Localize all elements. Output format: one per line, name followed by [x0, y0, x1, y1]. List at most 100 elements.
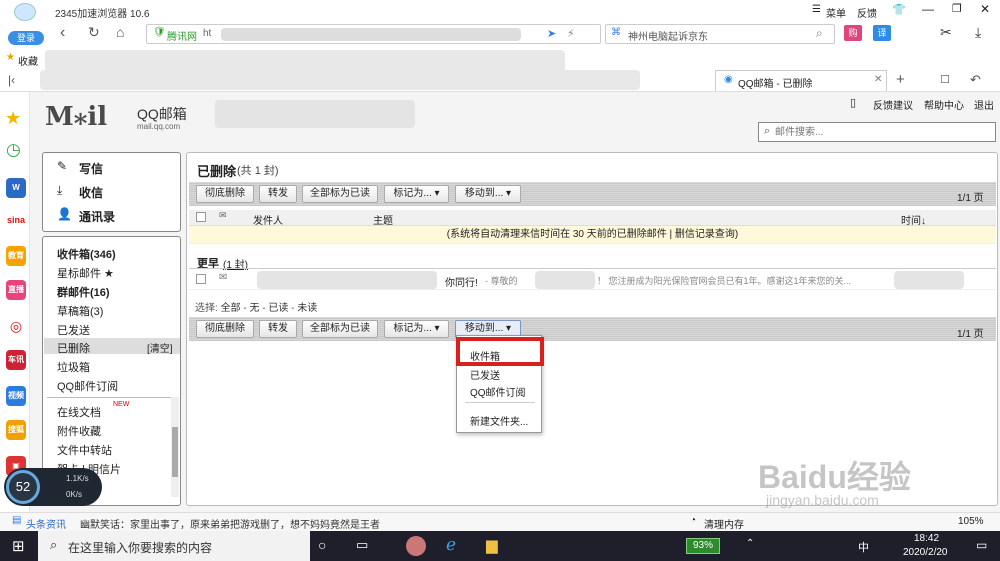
- mail-search[interactable]: ⌕: [758, 122, 996, 142]
- folder-group[interactable]: 群邮件(16): [57, 284, 110, 300]
- translate-icon[interactable]: 译: [873, 25, 891, 41]
- col-time[interactable]: 时间↓: [901, 212, 926, 227]
- tab-qqmail[interactable]: ◉ QQ邮箱 - 已删除 ✕: [715, 70, 887, 91]
- select-all[interactable]: 全部: [221, 303, 241, 314]
- clean-memory[interactable]: 清理内存: [704, 516, 744, 531]
- tray-up-icon[interactable]: ⌃: [746, 538, 754, 549]
- row-checkbox[interactable]: [196, 274, 206, 284]
- clock-time[interactable]: 18:42: [914, 533, 939, 544]
- mark-as-button-2[interactable]: 标记为... ▾: [384, 320, 449, 338]
- refresh-icon[interactable]: ↻: [88, 24, 100, 41]
- back-icon[interactable]: ‹: [60, 24, 65, 42]
- tab-close-icon[interactable]: ✕: [874, 74, 882, 85]
- skin-icon[interactable]: 👕: [892, 3, 906, 16]
- home-icon[interactable]: ⌂: [116, 24, 124, 40]
- select-unread[interactable]: 未读: [297, 303, 317, 314]
- taskbar-search[interactable]: ⌕ 在这里输入你要搜索的内容: [38, 531, 310, 561]
- help-link[interactable]: 帮助中心: [924, 97, 964, 112]
- folder-trash[interactable]: 垃圾箱: [57, 359, 90, 375]
- flash-icon[interactable]: ⚡: [567, 27, 575, 40]
- tab-list-icon[interactable]: ☐: [940, 73, 950, 86]
- news-text[interactable]: 幽默笑话：家里出事了，原来弟弟把游戏删了，想不妈妈竟然是王者: [80, 516, 380, 531]
- mail-search-input[interactable]: [775, 125, 975, 139]
- address-bar[interactable]: 🛡 腾讯网 ht ➤ ⚡: [146, 24, 601, 44]
- move-option-new-folder[interactable]: 新建文件夹...: [470, 413, 528, 428]
- scissors-icon[interactable]: ✂: [940, 24, 952, 41]
- contacts-link[interactable]: 通讯录: [79, 208, 115, 225]
- folder-drafts[interactable]: 草稿箱(3): [57, 303, 103, 319]
- spiral-icon[interactable]: ◎: [6, 316, 26, 336]
- folder-scrollbar[interactable]: [171, 397, 179, 497]
- phone-icon[interactable]: ▯: [850, 96, 856, 109]
- mark-as-button[interactable]: 标记为... ▾: [384, 185, 449, 203]
- folder-scroll-thumb[interactable]: [172, 427, 178, 477]
- favorites-icon[interactable]: ★: [5, 108, 21, 129]
- ad-icon[interactable]: 购: [844, 25, 862, 41]
- receive-link[interactable]: 收信: [79, 184, 103, 201]
- folder-deleted[interactable]: 已删除: [57, 340, 90, 356]
- task-view-icon[interactable]: ▭: [356, 537, 368, 553]
- collect-label[interactable]: 收藏: [18, 53, 38, 68]
- delete-forever-button[interactable]: 彻底删除: [196, 185, 254, 203]
- undo-icon[interactable]: ↶: [970, 72, 981, 88]
- app-avatar-icon[interactable]: [406, 536, 426, 556]
- collect-star-icon[interactable]: ★: [6, 52, 15, 63]
- mark-all-read-button[interactable]: 全部标为已读: [302, 185, 378, 203]
- compose-link[interactable]: 写信: [79, 160, 103, 177]
- folder-starred[interactable]: 星标邮件 ★: [57, 265, 114, 281]
- mail-row[interactable]: ✉ 你同行! - 尊敬的 ！ 您注册成为阳光保险官网会员已有1年。感谢这1年来您…: [189, 270, 996, 290]
- feedback-button[interactable]: 反馈: [857, 5, 877, 20]
- history-icon[interactable]: ◷: [6, 140, 21, 160]
- forward-button[interactable]: 转发: [259, 185, 297, 203]
- url-text[interactable]: ht: [203, 28, 211, 39]
- windows-start-icon[interactable]: ⊞: [12, 537, 25, 555]
- col-sender[interactable]: 发件人: [253, 212, 283, 227]
- extra-attachments[interactable]: 附件收藏: [57, 423, 101, 439]
- minimize-icon[interactable]: —: [922, 2, 934, 16]
- move-option-subscription[interactable]: QQ邮件订阅: [470, 384, 526, 399]
- notice-text[interactable]: (系统将自动清理来信时间在 30 天前的已删除邮件 | 删信记录查询): [447, 229, 739, 240]
- education-icon[interactable]: 教育: [6, 246, 26, 266]
- chexun-icon[interactable]: 车讯: [6, 350, 26, 370]
- search-icon[interactable]: ⌕: [816, 26, 823, 41]
- news-label[interactable]: 头条资讯: [26, 516, 66, 531]
- folder-inbox[interactable]: 收件箱(346): [57, 246, 116, 262]
- col-subject[interactable]: 主题: [373, 212, 393, 227]
- browser-avatar-icon[interactable]: [14, 3, 36, 21]
- login-button[interactable]: 登录: [8, 31, 44, 45]
- search-engine-icon[interactable]: ⌘: [611, 27, 621, 38]
- folder-subscription[interactable]: QQ邮件订阅: [57, 378, 118, 394]
- search-text[interactable]: 神州电脑起诉京东: [628, 28, 708, 43]
- row-subject[interactable]: 你同行!: [445, 274, 478, 289]
- forward-button-2[interactable]: 转发: [259, 320, 297, 338]
- sina-icon[interactable]: sina: [6, 210, 26, 230]
- restore-icon[interactable]: ❐: [952, 2, 962, 15]
- select-none[interactable]: 无: [249, 303, 259, 314]
- video-icon[interactable]: 视频: [6, 386, 26, 406]
- net-speed-widget[interactable]: 52 1.1K/s 0K/s: [4, 468, 102, 506]
- feedback-link[interactable]: 反馈建议: [873, 97, 913, 112]
- logout-link[interactable]: 退出: [974, 97, 994, 112]
- menu-button[interactable]: 菜单: [826, 5, 846, 20]
- move-to-button[interactable]: 移动到... ▾: [455, 185, 521, 203]
- menu-icon[interactable]: ☰: [812, 4, 821, 15]
- notification-icon[interactable]: ▭: [976, 538, 987, 552]
- battery-indicator[interactable]: 93%: [686, 538, 720, 554]
- send-icon[interactable]: ➤: [547, 27, 556, 40]
- word-icon[interactable]: W: [6, 178, 26, 198]
- clean-icon[interactable]: ◔: [690, 515, 696, 526]
- extra-online-docs[interactable]: 在线文档: [57, 404, 101, 420]
- select-read[interactable]: 已读: [268, 303, 288, 314]
- new-tab-icon[interactable]: +: [896, 71, 905, 88]
- move-option-sent[interactable]: 已发送: [470, 367, 500, 382]
- sohu-icon[interactable]: 搜狐: [6, 420, 26, 440]
- live-icon[interactable]: 直播: [6, 280, 26, 300]
- close-icon[interactable]: ✕: [980, 2, 990, 16]
- ime-indicator[interactable]: 中: [858, 539, 869, 555]
- cortana-icon[interactable]: ○: [318, 537, 326, 553]
- ie-icon[interactable]: ℯ: [446, 535, 456, 555]
- folder-sent[interactable]: 已发送: [57, 322, 90, 338]
- mail-logo[interactable]: M⁎il QQ邮箱 mail.qq.com: [45, 100, 200, 134]
- search-box[interactable]: ⌘ 神州电脑起诉京东 ⌕: [605, 24, 835, 44]
- extra-file-transfer[interactable]: 文件中转站: [57, 442, 112, 458]
